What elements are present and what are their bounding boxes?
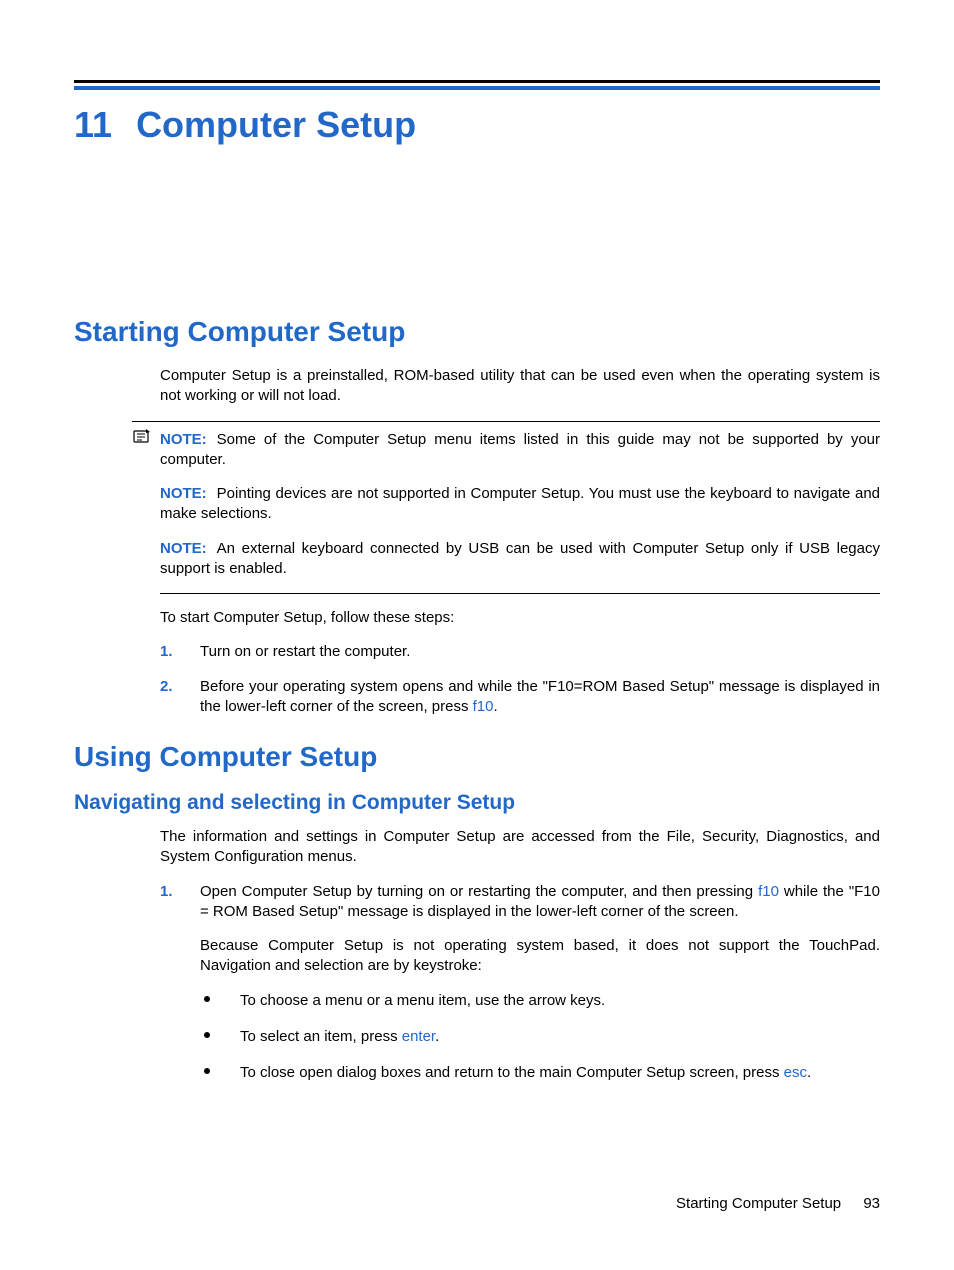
bullet-3-b: . <box>807 1064 811 1081</box>
step-2: 2. Before your operating system opens an… <box>160 677 880 718</box>
step-2-text-b: . <box>493 698 497 715</box>
key-enter: enter <box>402 1028 435 1045</box>
key-esc: esc <box>784 1064 807 1081</box>
note-block: NOTE:Some of the Computer Setup menu ite… <box>132 421 880 580</box>
note-label: NOTE: <box>160 431 207 448</box>
bullet-2-a: To select an item, press <box>240 1028 402 1045</box>
note-icon <box>132 428 152 444</box>
chapter-heading: 11 Computer Setup <box>74 104 880 146</box>
intro-paragraph: Computer Setup is a preinstalled, ROM-ba… <box>160 366 880 407</box>
step-1: 1. Turn on or restart the computer. <box>160 642 880 662</box>
note-3-text: An external keyboard connected by USB ca… <box>160 540 880 577</box>
using-step-1: 1. Open Computer Setup by turning on or … <box>160 882 880 1084</box>
steps-lead: To start Computer Setup, follow these st… <box>160 608 880 628</box>
note-label: NOTE: <box>160 540 207 557</box>
bullet-1-text: To choose a menu or a menu item, use the… <box>240 992 605 1009</box>
key-f10: f10 <box>758 883 779 900</box>
bullet-3-a: To close open dialog boxes and return to… <box>240 1064 784 1081</box>
bullet-icon <box>204 996 210 1002</box>
using-step-1-a: Open Computer Setup by turning on or res… <box>200 883 758 900</box>
note-label: NOTE: <box>160 485 207 502</box>
section-heading-using: Using Computer Setup <box>74 741 880 773</box>
note-2-text: Pointing devices are not supported in Co… <box>160 485 880 522</box>
step-1-marker: 1. <box>160 642 173 662</box>
note-1: NOTE:Some of the Computer Setup menu ite… <box>160 430 880 471</box>
bullet-icon <box>204 1032 210 1038</box>
note-2: NOTE:Pointing devices are not supported … <box>160 484 880 525</box>
chapter-title: Computer Setup <box>136 104 416 145</box>
bullet-1: To choose a menu or a menu item, use the… <box>200 991 880 1011</box>
note-3: NOTE:An external keyboard connected by U… <box>160 539 880 580</box>
step-2-marker: 2. <box>160 677 173 697</box>
nav-bullet-list: To choose a menu or a menu item, use the… <box>200 991 880 1084</box>
note-1-text: Some of the Computer Setup menu items li… <box>160 431 880 468</box>
step-2-text-a: Before your operating system opens and w… <box>200 678 880 715</box>
page-number: 93 <box>863 1195 880 1212</box>
step-1-text: Turn on or restart the computer. <box>200 643 410 660</box>
bullet-2: To select an item, press enter. <box>200 1027 880 1047</box>
using-step-1-marker: 1. <box>160 882 173 902</box>
section-heading-starting: Starting Computer Setup <box>74 316 880 348</box>
sub1-intro: The information and settings in Computer… <box>160 827 880 868</box>
bullet-3: To close open dialog boxes and return to… <box>200 1063 880 1083</box>
key-f10: f10 <box>473 698 494 715</box>
page-footer: Starting Computer Setup 93 <box>676 1195 880 1212</box>
footer-section-title: Starting Computer Setup <box>676 1195 841 1212</box>
subsection-heading-navigating: Navigating and selecting in Computer Set… <box>74 791 880 815</box>
note-end-rule <box>160 593 880 594</box>
bullet-2-b: . <box>435 1028 439 1045</box>
bullet-icon <box>204 1068 210 1074</box>
start-steps-list: 1. Turn on or restart the computer. 2. B… <box>160 642 880 717</box>
chapter-rule <box>74 80 880 90</box>
using-step-1-para2: Because Computer Setup is not operating … <box>200 936 880 977</box>
using-steps-list: 1. Open Computer Setup by turning on or … <box>160 882 880 1084</box>
chapter-number: 11 <box>74 104 112 146</box>
